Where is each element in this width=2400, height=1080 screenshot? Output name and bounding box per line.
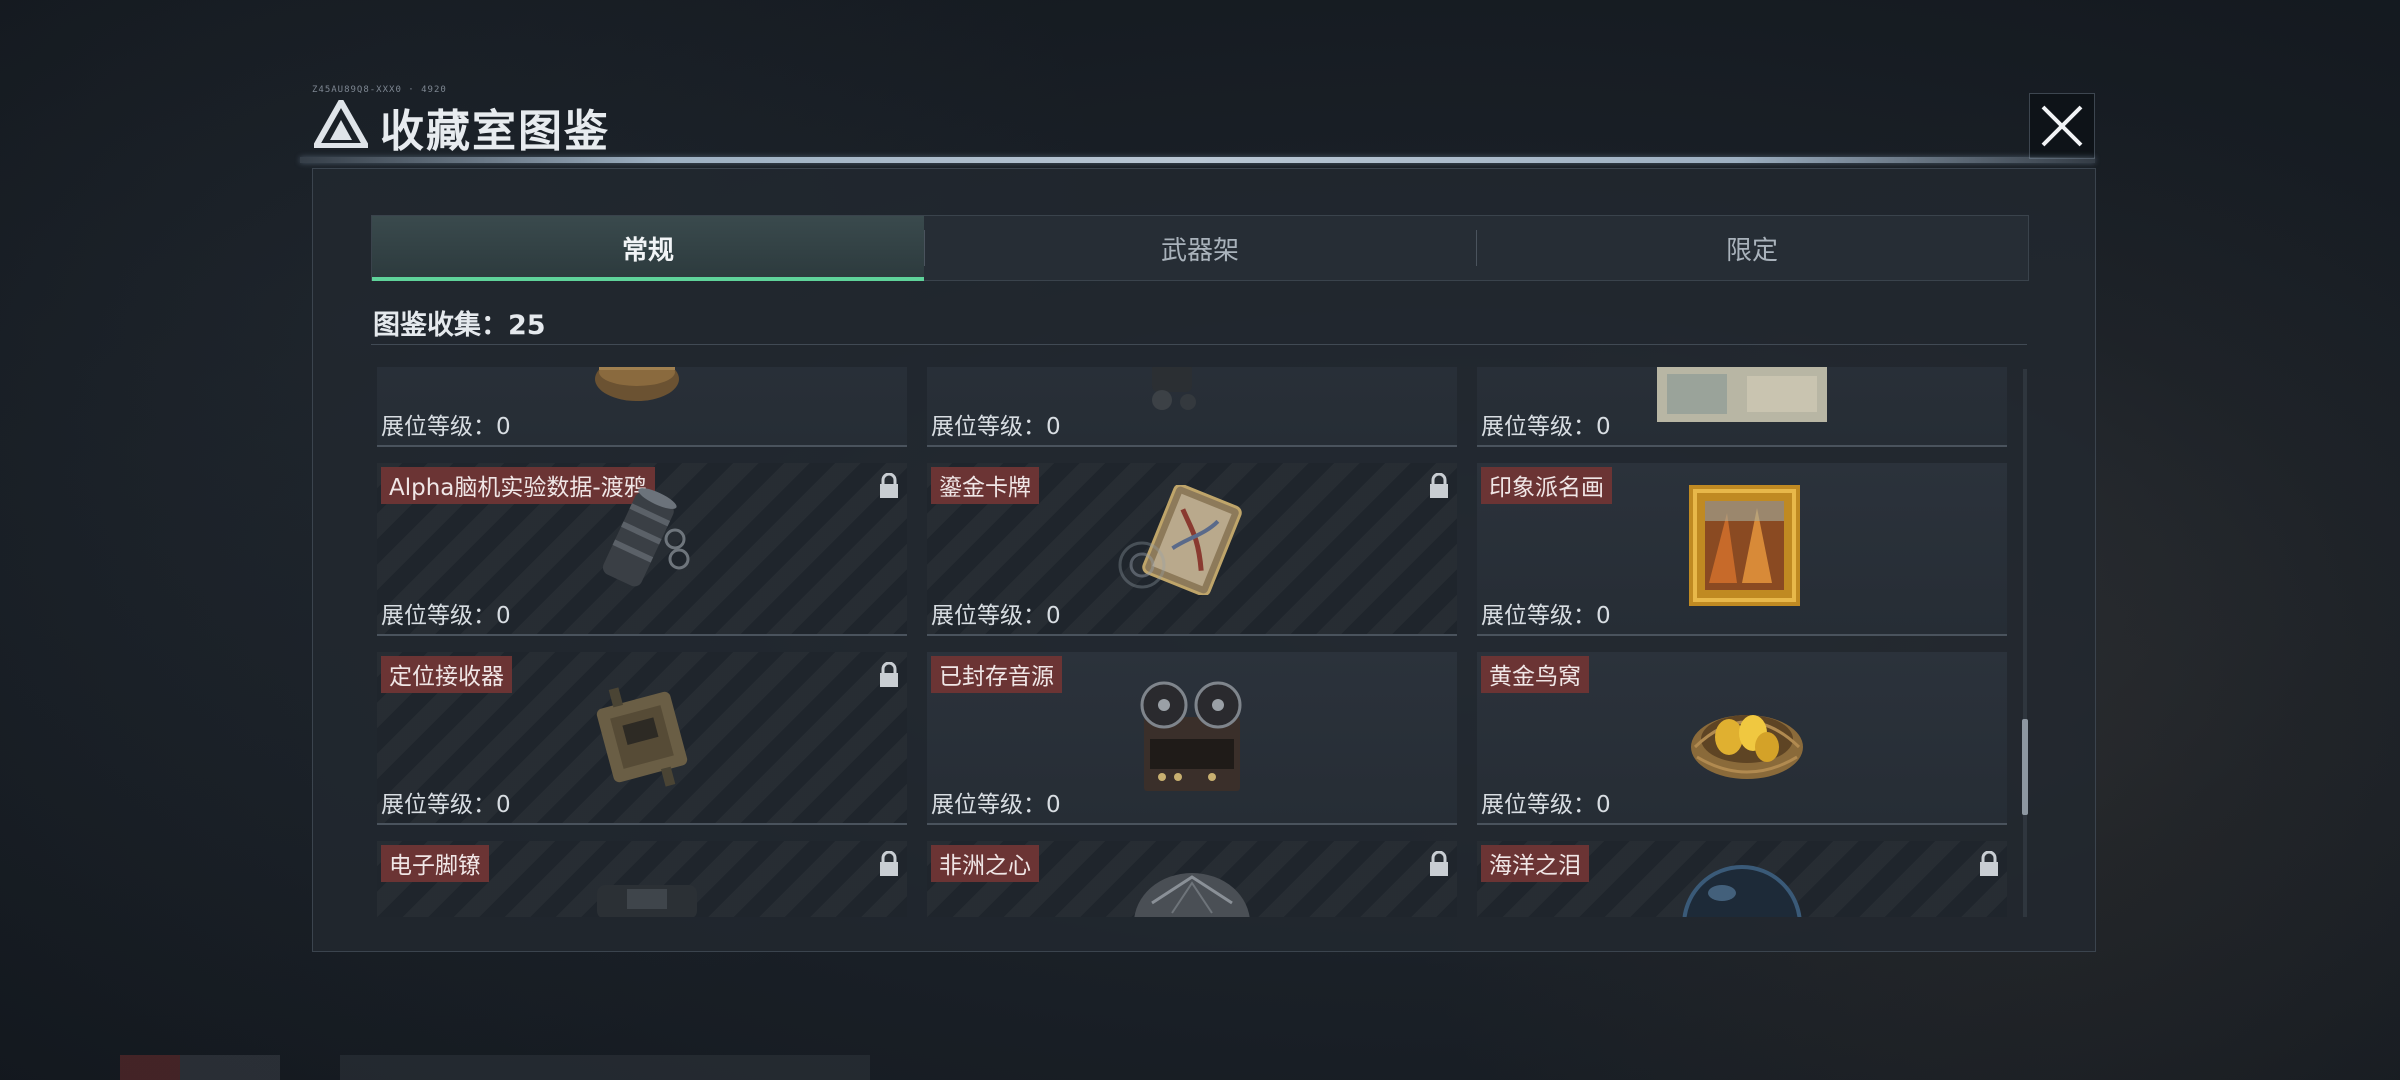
item-name: 鎏金卡牌 [931,467,1039,504]
divider [371,344,2027,345]
lock-icon [880,851,898,876]
item-name: 定位接收器 [381,656,512,693]
item-name: 非洲之心 [931,845,1039,882]
header-tag: Z45AU89Q8-XXX0 · 4920 [312,85,447,95]
locator-receiver-icon [596,687,688,787]
delta-logo-icon [314,100,368,148]
display-level: 展位等级：0 [381,414,511,440]
item-card[interactable]: 电子脚镣 展位等级：0 [377,841,907,917]
data-canister-icon [602,488,690,587]
item-card[interactable]: 定位接收器 展位等级：0 [377,652,907,825]
old-painting-icon [1657,367,1827,422]
item-grid[interactable]: 展位等级：0 展位等级：0 展位等级：0 Alpha脑机实验数据-渡鸦 展位等级… [377,367,2027,917]
ocean-pearl-icon [1682,865,1802,917]
dark-device-icon [1152,367,1196,410]
cursor-ring-icon [1118,541,1166,589]
item-card[interactable]: 鎏金卡牌 展位等级：0 [927,463,1457,636]
item-card[interactable]: Alpha脑机实验数据-渡鸦 展位等级：0 [377,463,907,636]
display-level: 展位等级：0 [931,603,1061,629]
item-name: 海洋之泪 [1481,845,1589,882]
lock-icon [1980,851,1998,876]
item-name: 已封存音源 [931,656,1062,693]
item-name: 电子脚镣 [381,845,489,882]
golden-nest-icon [1691,715,1803,779]
close-button[interactable] [2029,93,2095,159]
window-header: Z45AU89Q8-XXX0 · 4920 收藏室图鉴 [300,85,2095,165]
display-level: 展位等级：0 [931,414,1061,440]
page-title: 收藏室图鉴 [380,106,610,157]
display-level: 展位等级：0 [381,603,511,629]
item-name: 黄金鸟窝 [1481,656,1589,693]
lock-icon [880,662,898,687]
electronic-anklet-icon [597,885,697,917]
display-level: 展位等级：0 [1481,603,1611,629]
item-card[interactable]: 海洋之泪 展位等级：0 [1477,841,2007,917]
item-card[interactable]: 展位等级：0 [927,367,1457,447]
display-level: 展位等级：0 [1481,792,1611,818]
item-card[interactable]: 展位等级：0 [377,367,907,447]
item-card[interactable]: 非洲之心 展位等级：0 [927,841,1457,917]
tab-regular[interactable]: 常规 [372,216,924,281]
collection-panel: 常规 武器架 限定 图鉴收集：25 展位等级：0 展位等级：0 展位等级：0 A… [312,168,2096,952]
framed-painting-icon [1689,485,1800,606]
background-hud-blur [120,1055,870,1080]
item-card[interactable]: 已封存音源 展位等级：0 [927,652,1457,825]
item-card[interactable]: 展位等级：0 [1477,367,2007,447]
reel-to-reel-recorder-icon [1140,681,1242,791]
item-name: 印象派名画 [1481,467,1612,504]
header-divider [300,157,2095,163]
tab-limited[interactable]: 限定 [1476,216,2028,280]
diamond-icon [1134,873,1250,917]
collection-count: 图鉴收集：25 [373,310,546,341]
category-tabs: 常规 武器架 限定 [371,215,2029,281]
lock-icon [1430,851,1448,876]
tab-weapon-rack[interactable]: 武器架 [924,216,1476,280]
lock-icon [880,473,898,498]
scrollbar-track[interactable] [2023,369,2027,917]
item-card[interactable]: 黄金鸟窝 展位等级：0 [1477,652,2007,825]
brass-vessel-icon [595,367,679,401]
lock-icon [1430,473,1448,498]
display-level: 展位等级：0 [1481,414,1611,440]
item-card[interactable]: 印象派名画 展位等级：0 [1477,463,2007,636]
display-level: 展位等级：0 [931,792,1061,818]
close-icon [2041,105,2083,147]
scrollbar-thumb[interactable] [2022,719,2028,815]
display-level: 展位等级：0 [381,792,511,818]
